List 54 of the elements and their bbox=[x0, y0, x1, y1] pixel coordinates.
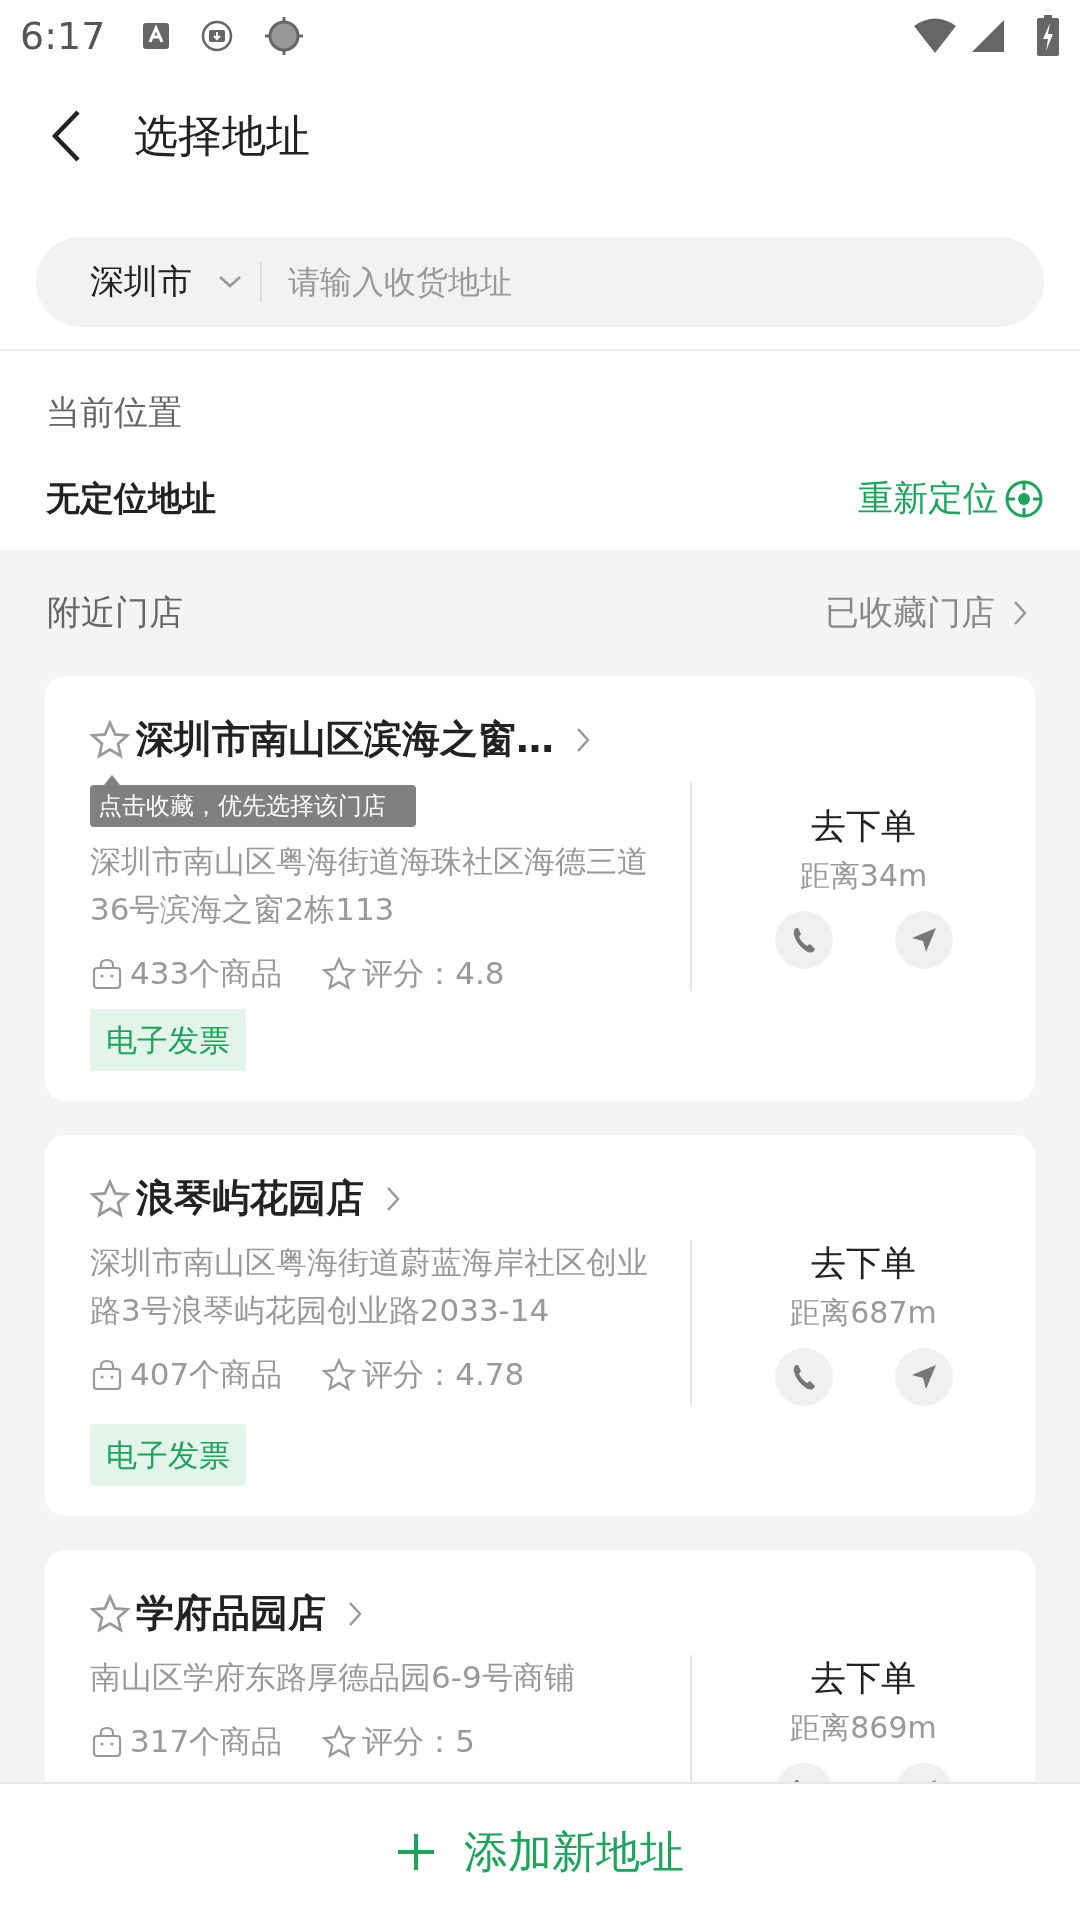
store-card[interactable]: 学府品园店 南山区学府东路厚德品园6-9号商铺 317个商品 评分：5 去下单 距离869m bbox=[45, 1550, 1035, 1782]
store-rating: 评分：4.8 bbox=[362, 954, 505, 993]
store-name[interactable]: 学府品园店 bbox=[136, 1588, 326, 1639]
invoice-tag: 电子发票 bbox=[90, 1009, 246, 1071]
tooltip: 点击收藏，优先选择该门店 bbox=[90, 775, 416, 827]
star-icon[interactable] bbox=[90, 1178, 130, 1219]
invoice-tag: 电子发票 bbox=[90, 1424, 246, 1486]
store-name[interactable]: 浪琴屿花园店 bbox=[136, 1173, 364, 1224]
star-icon[interactable] bbox=[90, 1593, 130, 1634]
store-address: 南山区学府东路厚德品园6-9号商铺 bbox=[90, 1658, 576, 1697]
download-icon bbox=[201, 20, 234, 52]
bag-icon bbox=[90, 1358, 124, 1392]
keyboard-icon bbox=[141, 21, 172, 51]
product-count: 433个商品 bbox=[130, 954, 283, 993]
current-address: 无定位地址 bbox=[46, 476, 216, 520]
store-distance: 距离34m bbox=[799, 857, 928, 895]
order-button[interactable]: 去下单 bbox=[811, 803, 916, 850]
crosshair-icon bbox=[1004, 478, 1044, 519]
signal-icon bbox=[970, 18, 1006, 54]
bag-icon bbox=[90, 957, 124, 991]
star-icon bbox=[322, 1358, 357, 1392]
wifi-icon bbox=[912, 17, 958, 55]
store-card[interactable]: 深圳市南山区滨海之窗… 点击收藏，优先选择该门店 深圳市南山区粤海街道海珠社区海德三道36号滨海之窗2栋113 433个商品 评分：4.8 去下单 距离34m 电子发票 bbox=[45, 676, 1035, 1101]
search-field[interactable]: 深圳市 请输入收货地址 bbox=[36, 237, 1044, 327]
store-address: 深圳市南山区粤海街道海珠社区海德三道36号滨海之窗2栋113 bbox=[90, 842, 649, 929]
store-distance: 距离869m bbox=[790, 1709, 937, 1747]
chevron-right-icon bbox=[576, 726, 590, 753]
store-name[interactable]: 深圳市南山区滨海之窗… bbox=[136, 714, 554, 765]
store-rating: 评分：5 bbox=[362, 1722, 475, 1761]
star-icon bbox=[322, 1725, 357, 1759]
store-rating: 评分：4.78 bbox=[362, 1355, 525, 1394]
battery-icon bbox=[1036, 15, 1060, 57]
product-count: 407个商品 bbox=[130, 1355, 283, 1394]
store-distance: 距离687m bbox=[790, 1294, 937, 1332]
product-count: 317个商品 bbox=[130, 1722, 283, 1761]
star-icon[interactable] bbox=[90, 719, 130, 760]
section-label: 当前位置 bbox=[46, 391, 183, 434]
back-icon[interactable] bbox=[50, 109, 82, 163]
bag-icon bbox=[90, 1725, 124, 1759]
store-address: 深圳市南山区粤海街道蔚蓝海岸社区创业路3号浪琴屿花园创业路2033-14 bbox=[90, 1243, 649, 1330]
chevron-right-icon bbox=[1013, 600, 1027, 626]
chevron-right-icon bbox=[386, 1185, 400, 1212]
chevron-down-icon bbox=[218, 275, 242, 289]
location-target-icon bbox=[263, 15, 306, 57]
city-selector[interactable]: 深圳市 bbox=[90, 259, 242, 305]
star-icon bbox=[322, 957, 357, 991]
order-button[interactable]: 去下单 bbox=[811, 1240, 916, 1287]
store-card[interactable]: 浪琴屿花园店 深圳市南山区粤海街道蔚蓝海岸社区创业路3号浪琴屿花园创业路2033-14 407个商品 评分：4.78 去下单 距离687m 电子发票 bbox=[45, 1135, 1035, 1516]
page-title: 选择地址 bbox=[134, 108, 310, 163]
status-time: 6:17 bbox=[20, 14, 106, 58]
chevron-right-icon bbox=[348, 1600, 362, 1627]
section-label: 附近门店 bbox=[47, 591, 183, 634]
order-button[interactable]: 去下单 bbox=[811, 1655, 916, 1702]
plus-icon bbox=[396, 1832, 436, 1872]
